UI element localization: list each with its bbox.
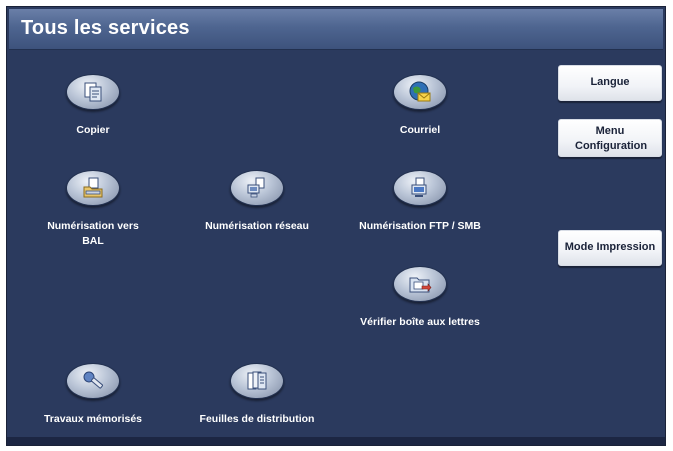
check-mailbox-label: Vérifier boîte aux lettres: [360, 316, 480, 328]
copier-button[interactable]: [66, 74, 120, 110]
courriel-button[interactable]: [393, 74, 447, 110]
ftp-scan-button[interactable]: [393, 170, 447, 206]
print-mode-button[interactable]: Mode Impression: [558, 230, 662, 266]
check-mailbox-service[interactable]: Vérifier boîte aux lettres: [345, 266, 495, 330]
stored-jobs-button[interactable]: [66, 363, 120, 399]
ftp-scan-label: Numérisation FTP / SMB: [359, 220, 481, 232]
title-bar: Tous les services: [9, 9, 663, 50]
job-flow-sheets-button[interactable]: [230, 363, 284, 399]
copier-label: Copier: [76, 124, 110, 136]
network-scan-service[interactable]: Numérisation réseau: [182, 170, 332, 234]
scan-to-mailbox-service[interactable]: Numérisation vers BAL: [18, 170, 168, 249]
check-mailbox-button[interactable]: [393, 266, 447, 302]
copier-icon: [84, 82, 102, 102]
scan-to-mailbox-icon: [83, 177, 103, 198]
network-scan-icon: [247, 177, 265, 198]
mailbox-folder-icon: [409, 277, 432, 293]
scan-to-mailbox-label: Numérisation vers BAL: [47, 220, 139, 247]
email-globe-icon: [409, 81, 431, 102]
network-scan-button[interactable]: [230, 170, 284, 206]
job-flow-sheets-icon: [247, 371, 267, 390]
ftp-scan-icon: [411, 177, 427, 197]
bottom-bar: [7, 437, 665, 445]
stored-jobs-icon: [83, 371, 103, 389]
job-flow-sheets-label: Feuilles de distribution: [199, 413, 315, 425]
page-title: Tous les services: [21, 17, 190, 39]
courriel-service[interactable]: Courriel: [345, 74, 495, 138]
ftp-scan-service[interactable]: Numérisation FTP / SMB: [345, 170, 495, 234]
stored-jobs-label: Travaux mémorisés: [43, 413, 143, 425]
all-services-panel: Tous les services Copier Courriel Numéri…: [6, 6, 666, 446]
scan-to-mailbox-button[interactable]: [66, 170, 120, 206]
copier-service[interactable]: Copier: [18, 74, 168, 138]
language-button[interactable]: Langue: [558, 65, 662, 101]
stored-jobs-service[interactable]: Travaux mémorisés: [18, 363, 168, 427]
network-scan-label: Numérisation réseau: [205, 220, 309, 232]
job-flow-sheets-service[interactable]: Feuilles de distribution: [182, 363, 332, 427]
setup-menu-button[interactable]: Menu Configuration: [558, 119, 662, 157]
courriel-label: Courriel: [399, 124, 441, 136]
